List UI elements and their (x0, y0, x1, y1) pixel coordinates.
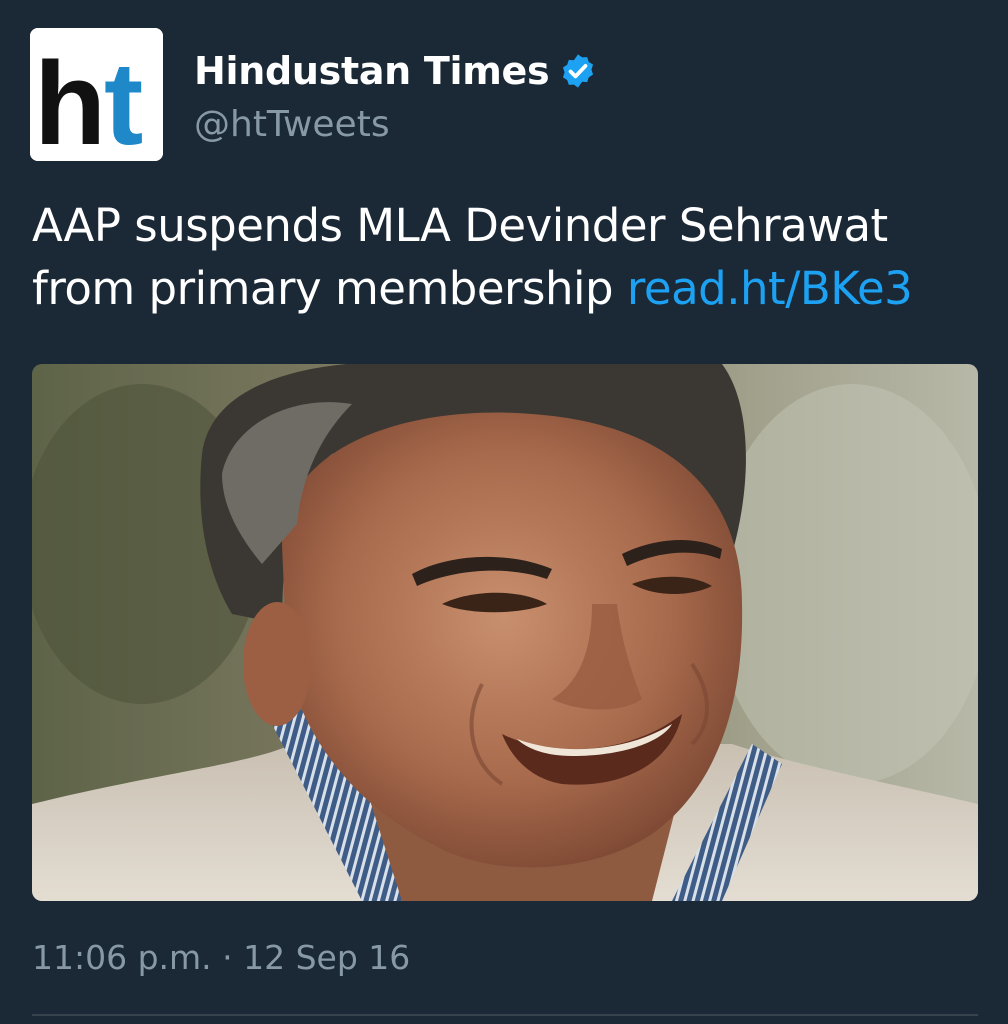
svg-text:t: t (104, 38, 143, 161)
photo-of-smiling-man-icon (32, 364, 978, 901)
svg-text:h: h (34, 38, 106, 161)
hindustan-times-logo-icon: h t (30, 28, 163, 161)
tweet-text: AAP suspends MLA Devinder Sehrawat from … (32, 194, 982, 320)
author-name-row: Hindustan Times (194, 44, 597, 98)
tweet-photo[interactable] (32, 364, 978, 901)
author-display-name[interactable]: Hindustan Times (194, 49, 550, 93)
divider (32, 1014, 978, 1016)
verified-badge-icon (563, 54, 594, 88)
tweet-card: h t Hindustan Times @htTweets AAP suspen… (0, 0, 1008, 1024)
author-avatar[interactable]: h t (30, 28, 163, 161)
tweet-link[interactable]: read.ht/BKe3 (627, 262, 913, 315)
author-handle[interactable]: @htTweets (194, 104, 390, 145)
tweet-timestamp[interactable]: 11:06 p.m. · 12 Sep 16 (32, 938, 410, 977)
